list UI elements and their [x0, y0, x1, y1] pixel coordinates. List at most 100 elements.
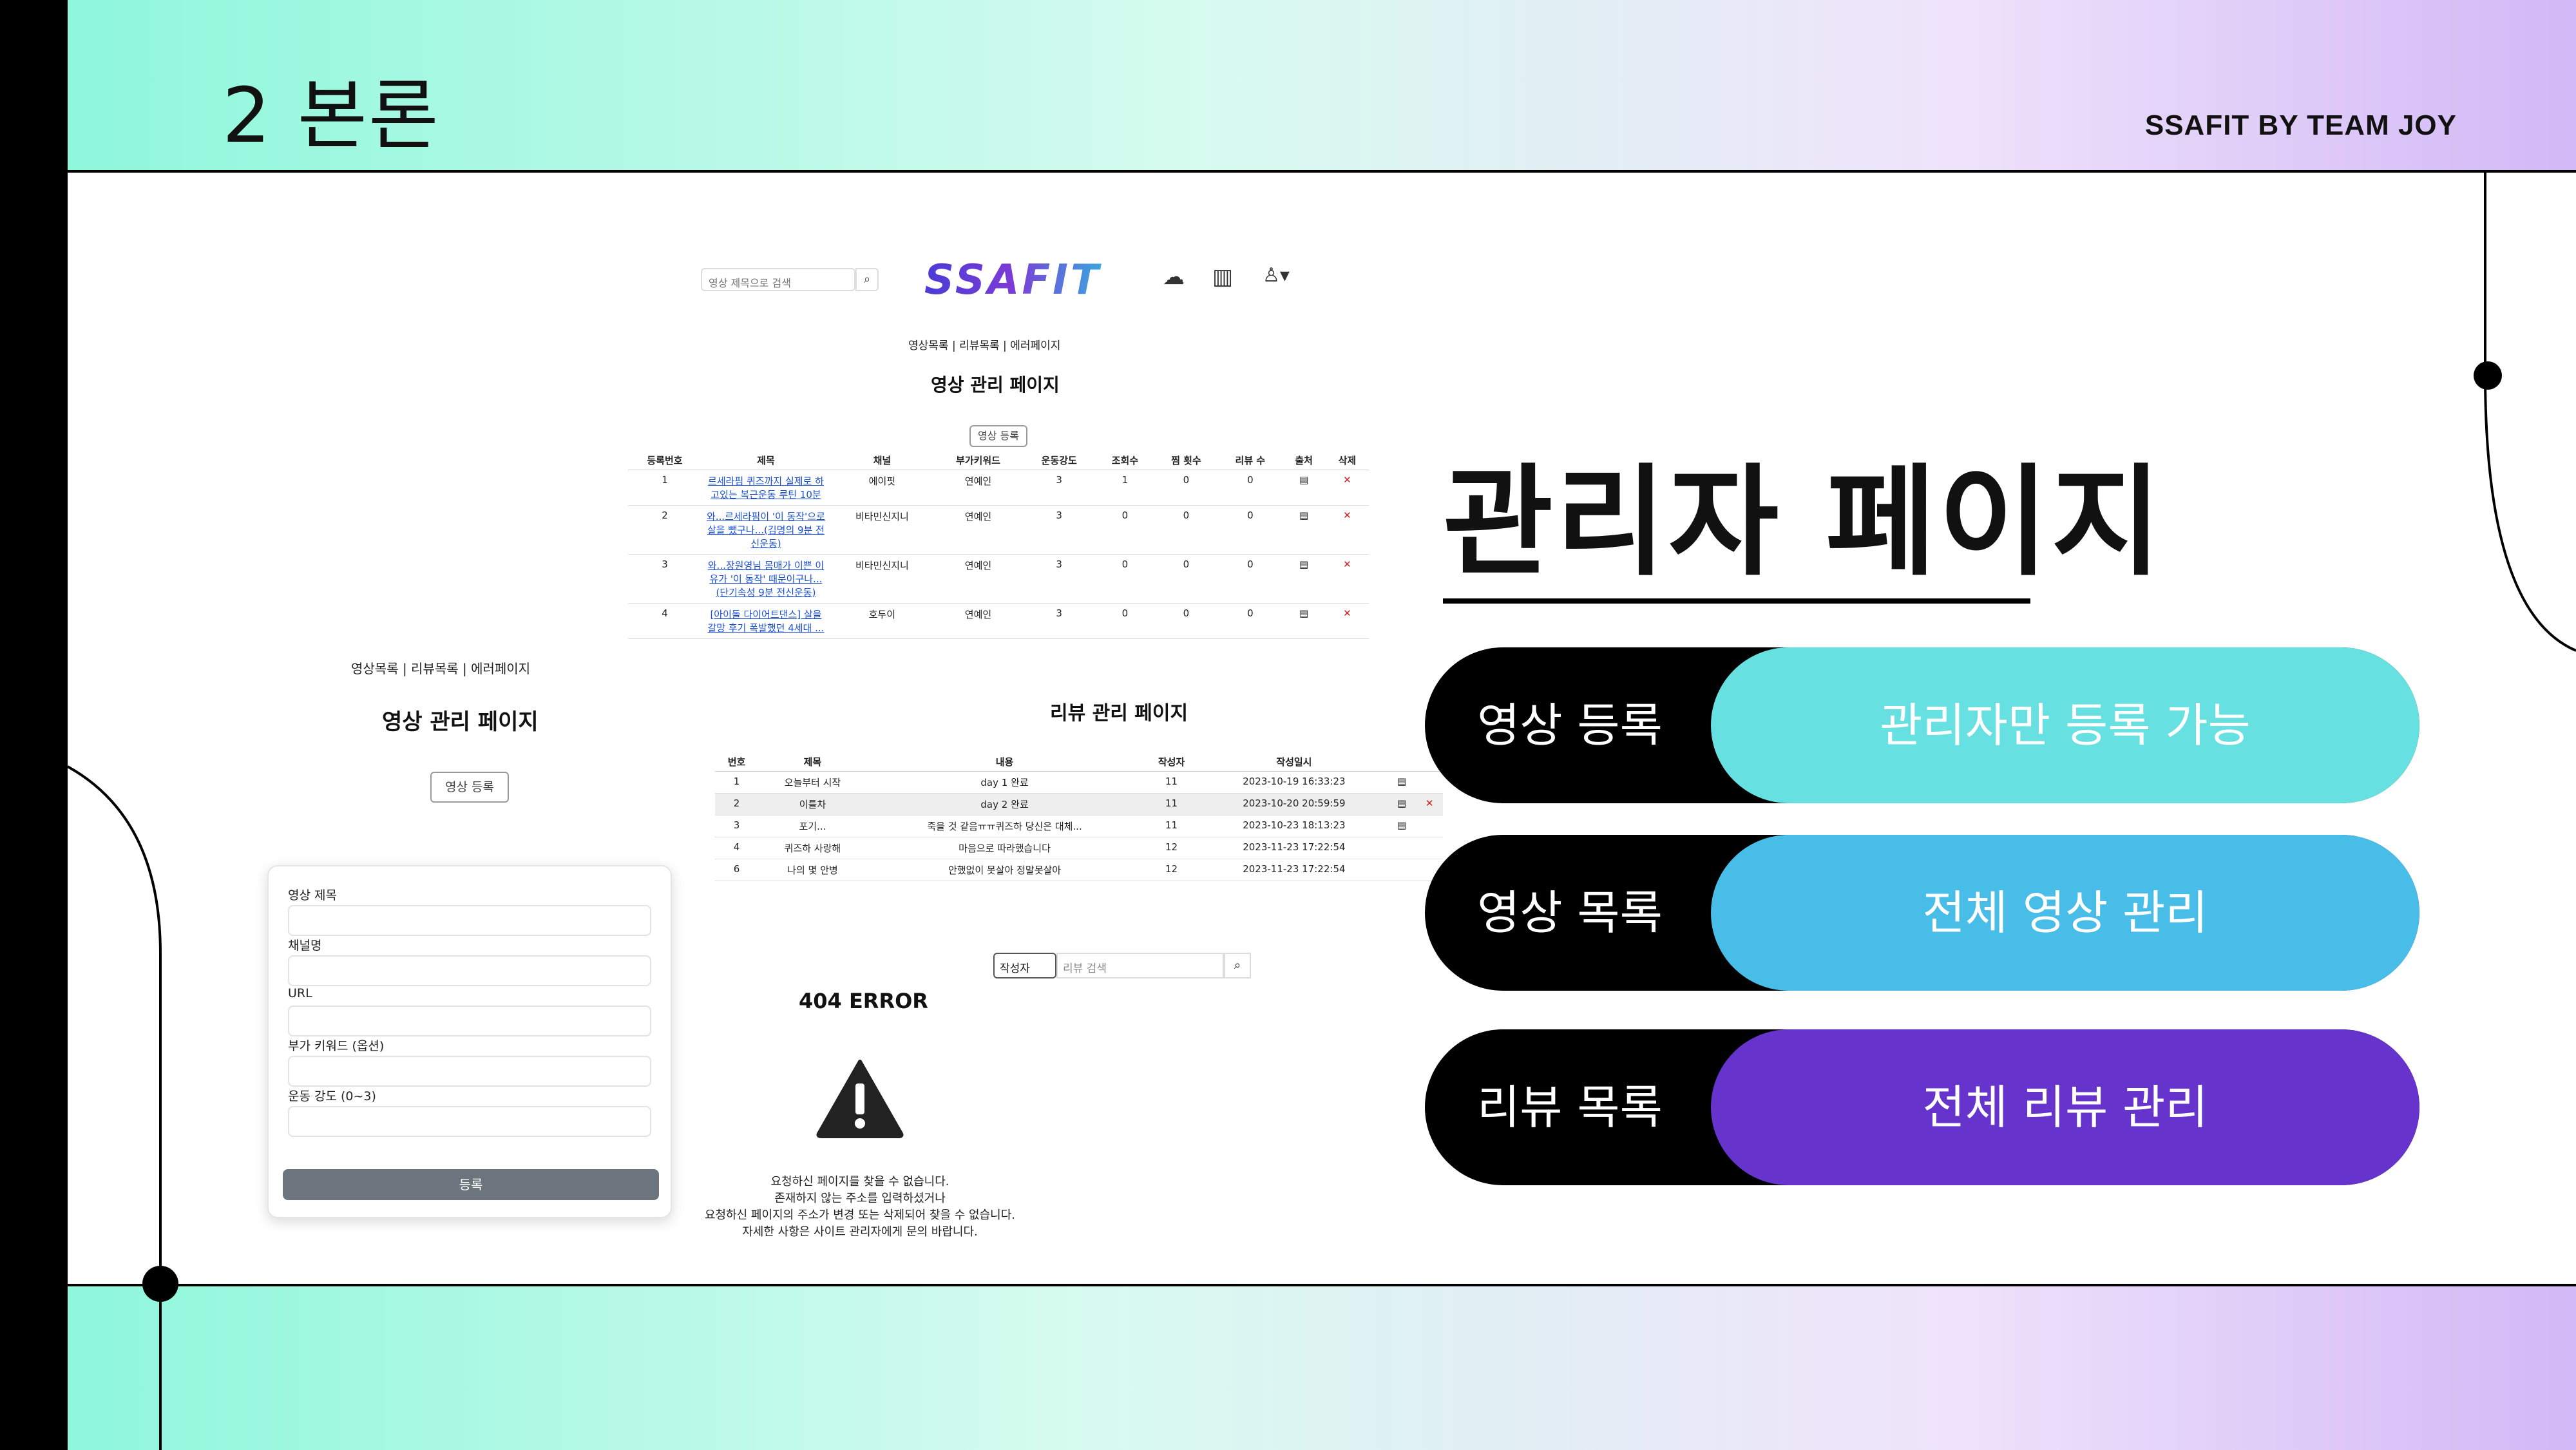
cell: 0: [1096, 505, 1154, 555]
col-header: 채널: [830, 451, 934, 470]
author-select[interactable]: 작성자: [993, 953, 1056, 978]
table-row: 2 이틀차 day 2 완료 11 2023-10-20 20:59:59 ▤ ✕: [715, 793, 1443, 816]
video-title-link[interactable]: 르세라핌 퀴즈까지 실제로 하고있는 복근운동 루틴 10분: [708, 475, 824, 501]
table-row: 4 [아이돌 다이어트댄스] 살을 갈망 후기 폭발했던 4세대 ... 호두이…: [628, 603, 1369, 639]
table-row: 1 오늘부터 시작 day 1 완료 11 2023-10-19 16:33:23 ▤: [715, 771, 1443, 794]
feature-pill-register: 영상 등록 관리자만 등록 가능: [1425, 647, 2419, 803]
slide: 2 본론 SSAFIT BY TEAM JOY 영상 제목으로 검색 ⌕ SSA…: [0, 0, 2576, 1450]
book-icon[interactable]: ▤: [1387, 771, 1417, 794]
breadcrumb[interactable]: 영상목록 | 리뷰목록 | 에러페이지: [908, 336, 1060, 352]
cell: 0: [1154, 470, 1219, 506]
url-field[interactable]: [288, 1006, 651, 1036]
review-search-input[interactable]: 리뷰 검색: [1056, 953, 1224, 978]
cell: 3: [1022, 470, 1096, 506]
map-icon[interactable]: ▥: [1212, 264, 1233, 290]
cell: 1: [1096, 470, 1154, 506]
cell: 6: [715, 859, 759, 881]
col-header: 삭제: [1325, 451, 1369, 470]
table-row: 3 와...장원영님 몸매가 이쁜 이유가 '이 동작' 때문이구나...(단기…: [628, 554, 1369, 604]
cell: 죽을 것 같음ㅠㅠ퀴즈하 당신은 대체...: [866, 815, 1143, 837]
cell: 12: [1142, 859, 1201, 881]
error-title: 404 ERROR: [799, 989, 928, 1013]
feature-pill-video-list: 영상 목록 전체 영상 관리: [1425, 835, 2419, 991]
search-input[interactable]: 영상 제목으로 검색: [701, 268, 855, 291]
cell: 비타민신지니: [830, 505, 934, 555]
table-row: 3 포기... 죽을 것 같음ㅠㅠ퀴즈하 당신은 대체... 11 2023-10-23…: [715, 815, 1443, 837]
title-field[interactable]: [288, 905, 651, 936]
submit-button[interactable]: 등록: [283, 1169, 659, 1200]
error-line: 요청하신 페이지의 주소가 변경 또는 삭제되어 찾을 수 없습니다.: [704, 1208, 1016, 1222]
col-header: 제목: [701, 451, 830, 470]
cell: 0: [1218, 470, 1283, 506]
video-title-link[interactable]: [아이돌 다이어트댄스] 살을 갈망 후기 폭발했던 4세대 ...: [708, 609, 825, 634]
cell: 2023-10-19 16:33:23: [1200, 771, 1388, 794]
delete-icon[interactable]: ✕: [1325, 505, 1369, 555]
book-icon[interactable]: ▤: [1282, 505, 1326, 555]
search-icon[interactable]: ⌕: [855, 268, 879, 291]
small-breadcrumb[interactable]: 영상목록 | 리뷰목록 | 에러페이지: [351, 658, 530, 677]
search-icon[interactable]: ⌕: [1224, 953, 1251, 978]
table-row: 2 와...르세라핌이 '이 동작'으로 살을 뺐구나...(김명의 9분 전신…: [628, 505, 1369, 555]
cell: 나의 몇 안병: [758, 859, 867, 881]
error-line: 요청하신 페이지를 찾을 수 없습니다.: [770, 1175, 949, 1188]
pill-value: 전체 영상 관리: [1711, 835, 2419, 991]
cell: 0: [1218, 554, 1283, 604]
cell: 0: [1154, 505, 1219, 555]
cell: 포기...: [758, 815, 867, 837]
field-label: 채널명: [288, 939, 322, 953]
cell: 에이핏: [830, 470, 934, 506]
weather-icon[interactable]: ☁: [1163, 264, 1185, 290]
pill-label: 리뷰 목록: [1477, 1080, 1663, 1134]
cell: 3: [1022, 505, 1096, 555]
error-line: 존재하지 않는 주소를 입력하셨거나: [774, 1192, 946, 1205]
pill-label: 영상 등록: [1477, 698, 1663, 752]
cell: 2: [628, 505, 701, 555]
col-header: 내용: [866, 752, 1143, 772]
field-label: URL: [288, 986, 312, 1000]
book-icon[interactable]: ▤: [1282, 603, 1326, 639]
review-table: 번호 제목 내용 작성자 작성일시 1 오늘부터 시작 day 1 완료 11 2023…: [715, 752, 1443, 881]
cell: 0: [1096, 554, 1154, 604]
cell: 안했없이 못살아 정말못살아: [866, 859, 1143, 881]
register-button[interactable]: 영상 등록: [969, 425, 1027, 447]
cell: 0: [1154, 554, 1219, 604]
cell: 4: [628, 603, 701, 639]
title-underline: [1443, 598, 2030, 604]
col-header: 부가키워드: [933, 451, 1023, 470]
col-header: 번호: [715, 752, 759, 772]
cell: 2: [715, 793, 759, 816]
cell: 2023-10-20 20:59:59: [1200, 793, 1388, 816]
col-header: 찜 횟수: [1154, 451, 1219, 470]
cell: 0: [1096, 603, 1154, 639]
cell: 호두이: [830, 603, 934, 639]
channel-field[interactable]: [288, 955, 651, 986]
book-icon[interactable]: ▤: [1387, 815, 1417, 837]
error-message: 요청하신 페이지를 찾을 수 없습니다. 존재하지 않는 주소를 입력하셨거나 …: [676, 1174, 1044, 1241]
cell: 마음으로 따라했습니다: [866, 837, 1143, 859]
book-icon[interactable]: ▤: [1282, 554, 1326, 604]
delete-icon[interactable]: ✕: [1325, 470, 1369, 506]
cell: 퀴즈하 사랑해: [758, 837, 867, 859]
small-register-button[interactable]: 영상 등록: [430, 772, 509, 803]
table-row: 6 나의 몇 안병 안했없이 못살아 정말못살아 12 2023-11-23 17:22…: [715, 859, 1443, 881]
col-header: 작성자: [1142, 752, 1201, 772]
table-row: 1 르세라핌 퀴즈까지 실제로 하고있는 복근운동 루틴 10분 에이핏 연예인…: [628, 470, 1369, 506]
col-header: 등록번호: [628, 451, 701, 470]
delete-icon[interactable]: ✕: [1416, 793, 1443, 816]
user-icon[interactable]: ♙▾: [1263, 264, 1290, 287]
cell: 3: [1022, 603, 1096, 639]
field-label: 영상 제목: [288, 888, 337, 902]
delete-icon[interactable]: ✕: [1325, 554, 1369, 604]
video-table: 등록번호 제목 채널 부가키워드 운동강도 조회수 찜 횟수 리뷰 수 출처 삭…: [628, 451, 1369, 639]
cell: 11: [1142, 771, 1201, 794]
col-header: 작성일시: [1200, 752, 1388, 772]
book-icon[interactable]: ▤: [1387, 793, 1417, 816]
book-icon[interactable]: ▤: [1282, 470, 1326, 506]
pill-value: 관리자만 등록 가능: [1711, 647, 2419, 803]
warning-icon: [816, 1060, 904, 1138]
video-title-link[interactable]: 와...장원영님 몸매가 이쁜 이유가 '이 동작' 때문이구나...(단기속성…: [708, 560, 824, 598]
keyword-field[interactable]: [288, 1056, 651, 1087]
intensity-field[interactable]: [288, 1106, 651, 1137]
delete-icon[interactable]: ✕: [1325, 603, 1369, 639]
video-title-link[interactable]: 와...르세라핌이 '이 동작'으로 살을 뺐구나...(김명의 9분 전신운동…: [707, 511, 825, 549]
